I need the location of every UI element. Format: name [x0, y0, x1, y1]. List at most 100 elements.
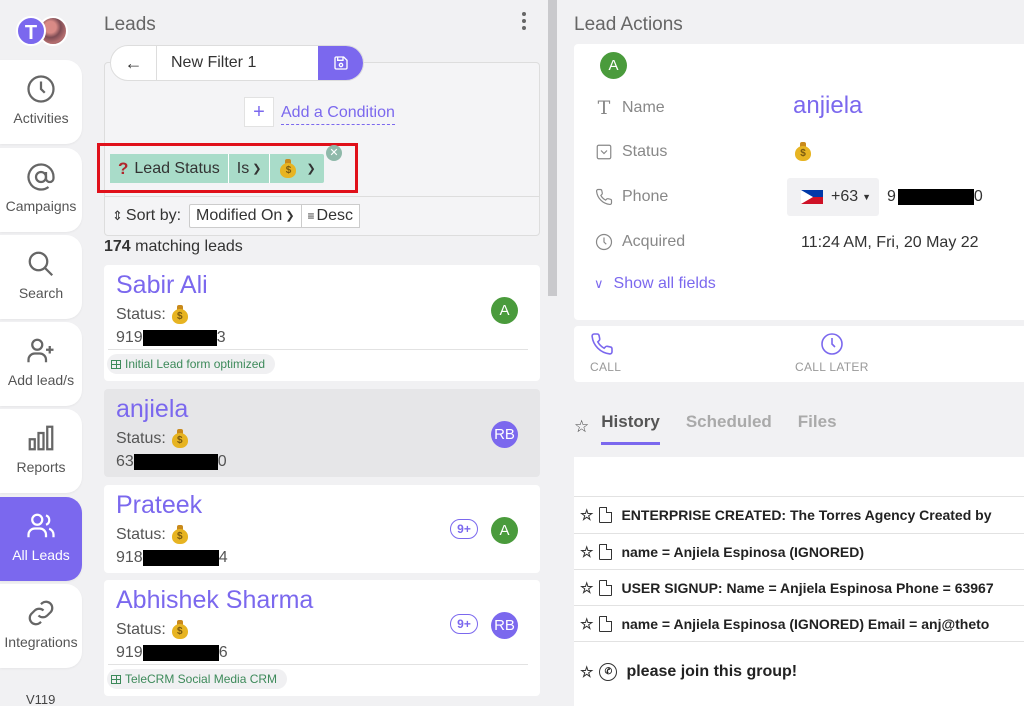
show-all-fields-link[interactable]: ∨ Show all fields [594, 275, 716, 293]
money-bag-icon [171, 429, 188, 448]
lead-name[interactable]: anjiela [116, 395, 188, 424]
tab-scheduled[interactable]: Scheduled [686, 412, 772, 442]
matching-leads-count: 174 matching leads [104, 238, 243, 256]
sort-direction-toggle[interactable]: ≡ Desc [301, 203, 360, 228]
more-options-icon[interactable] [520, 12, 528, 32]
star-icon[interactable]: ☆ [580, 506, 593, 524]
whatsapp-icon: ✆ [599, 662, 618, 681]
sidebar-item-all-leads[interactable]: All Leads [0, 497, 82, 581]
sidebar-item-reports[interactable]: Reports [0, 409, 82, 493]
save-filter-button[interactable] [318, 46, 363, 80]
condition-value-select[interactable]: ❯ [270, 154, 324, 183]
lead-status: Status: [116, 620, 188, 639]
sidebar-item-label: Activities [13, 110, 69, 126]
clock-icon [821, 333, 843, 355]
notification-badge[interactable]: 9+ [450, 614, 478, 634]
lead-name[interactable]: Prateek [116, 491, 202, 520]
user-avatars[interactable]: T [16, 16, 72, 48]
chevron-down-icon: ❯ [285, 210, 295, 222]
sidebar-item-search[interactable]: Search [0, 235, 82, 319]
redacted-block [142, 550, 219, 566]
history-item[interactable]: ☆ USER SIGNUP: Name = Anjiela Espinosa P… [574, 569, 1024, 605]
filter-bar: ← New Filter 1 [110, 45, 364, 81]
caret-down-icon: ▼ [862, 192, 872, 202]
user-avatar-initial[interactable]: T [16, 16, 46, 46]
assignee-avatar[interactable]: A [491, 297, 518, 324]
history-item[interactable]: ☆ ✆ please join this group! [574, 641, 1024, 701]
lead-name[interactable]: Abhishek Sharma [116, 586, 313, 615]
phone-icon [591, 333, 613, 355]
phone-field-label: Phone [594, 188, 668, 206]
remove-condition-close-icon[interactable]: ✕ [326, 145, 342, 161]
document-icon [599, 579, 613, 596]
lead-card[interactable]: Abhishek Sharma Status: 919 6 9+ RB Tele… [104, 580, 540, 696]
assignee-avatar[interactable]: A [491, 517, 518, 544]
back-button[interactable]: ← [111, 46, 157, 80]
lead-name-value[interactable]: anjiela [793, 92, 862, 120]
lead-name[interactable]: Sabir Ali [116, 271, 208, 300]
chevron-down-icon: ❯ [306, 163, 316, 175]
lead-card[interactable]: Sabir Ali Status: 919 3 A Initial Lead f… [104, 265, 540, 381]
condition-operator-label: Is [236, 159, 250, 177]
sidebar-item-add-leads[interactable]: Add lead/s [0, 322, 82, 406]
users-icon [27, 513, 55, 538]
money-bag-icon [280, 159, 297, 178]
table-icon [111, 674, 121, 684]
question-icon: ? [118, 158, 129, 178]
tab-history[interactable]: History [601, 412, 660, 445]
lead-status: Status: [116, 305, 188, 324]
lead-status: Status: [116, 525, 188, 544]
star-icon[interactable]: ☆ [580, 543, 593, 561]
phone-label-text: Phone [622, 188, 669, 205]
add-condition-link[interactable]: Add a Condition [281, 104, 395, 125]
lead-card-selected[interactable]: anjiela Status: 63 0 RB [104, 389, 540, 477]
lead-card[interactable]: Prateek Status: 918 4 9+ A [104, 485, 540, 573]
condition-field-label: Lead Status [134, 159, 220, 177]
tab-files[interactable]: Files [798, 412, 837, 442]
show-all-fields-label: Show all fields [613, 275, 716, 292]
sort-label[interactable]: ⇕ Sort by: [112, 207, 181, 225]
money-bag-icon [171, 305, 188, 324]
condition-field-chip[interactable]: ? Lead Status [110, 154, 229, 183]
sidebar-item-activities[interactable]: Activities [0, 60, 82, 144]
match-count-suffix: matching leads [135, 238, 243, 255]
star-icon[interactable]: ☆ [580, 615, 593, 633]
call-later-button[interactable]: CALL LATER [795, 332, 869, 374]
lead-phone: 918 4 [116, 549, 228, 567]
condition-operator-select[interactable]: Is ❯ [228, 154, 271, 183]
phone-suffix: 4 [218, 549, 228, 566]
lead-owner-avatar[interactable]: A [600, 52, 627, 79]
sidebar-item-integrations[interactable]: Integrations [0, 584, 82, 668]
filter-name-input[interactable]: New Filter 1 [157, 46, 318, 80]
sidebar-item-label: Search [18, 285, 64, 301]
star-icon[interactable]: ☆ [580, 663, 593, 681]
sidebar-item-campaigns[interactable]: Campaigns [0, 148, 82, 232]
notification-badge[interactable]: 9+ [450, 519, 478, 539]
lead-status-value[interactable] [795, 142, 811, 166]
country-code-value: +63 [831, 188, 859, 205]
acquired-field-label: Acquired [594, 233, 685, 251]
history-item-text: name = Anjiela Espinosa (IGNORED) [621, 543, 865, 560]
history-item[interactable]: ☆ name = Anjiela Espinosa (IGNORED) [574, 533, 1024, 569]
sidebar-item-label: Add lead/s [7, 372, 75, 388]
star-icon[interactable]: ☆ [574, 417, 589, 437]
country-code-select[interactable]: +63 ▼ [787, 178, 879, 216]
add-condition-plus-button[interactable]: + [244, 97, 274, 127]
assignee-avatar[interactable]: RB [491, 421, 518, 448]
name-field-label: T Name [594, 97, 665, 119]
text-icon: T [597, 97, 611, 119]
sort-field-select[interactable]: Modified On ❯ [189, 203, 302, 228]
leads-scrollbar[interactable] [548, 0, 557, 296]
document-icon [599, 615, 613, 632]
lead-source-tag: Initial Lead form optimized [107, 354, 276, 374]
star-icon[interactable]: ☆ [580, 579, 593, 597]
call-button[interactable]: CALL [590, 332, 621, 374]
history-item[interactable]: ☆ ENTERPRISE CREATED: The Torres Agency … [574, 496, 1024, 532]
dropdown-box-icon [596, 144, 612, 160]
history-item-text: name = Anjiela Espinosa (IGNORED) Email … [621, 615, 990, 632]
history-item[interactable]: ☆ name = Anjiela Espinosa (IGNORED) Emai… [574, 605, 1024, 641]
assignee-avatar[interactable]: RB [491, 612, 518, 639]
phone-number-value[interactable]: 9 0 [887, 188, 983, 206]
filter-condition: ? Lead Status Is ❯ ❯ [110, 154, 324, 183]
link-icon [28, 600, 54, 626]
